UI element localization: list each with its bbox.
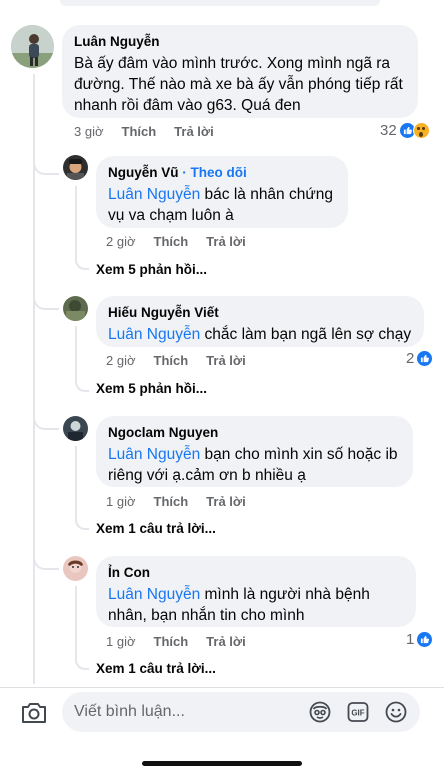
mention-link[interactable]: Luân Nguyễn: [108, 326, 200, 343]
avatar[interactable]: [63, 155, 88, 180]
avatar[interactable]: [63, 556, 88, 581]
reply-time: 2 giờ: [106, 234, 136, 249]
like-icon: [416, 350, 434, 367]
view-replies-link[interactable]: Xem 5 phản hồi...: [96, 262, 207, 277]
reply-text: Luân Nguyễn bác là nhân chứng vụ va chạm…: [108, 184, 336, 226]
like-button[interactable]: Thích: [154, 494, 189, 509]
svg-text:GIF: GIF: [351, 709, 364, 718]
comment-input[interactable]: [74, 692, 294, 732]
reply-thread-line: [75, 446, 77, 514]
comment-author[interactable]: Luân Nguyễn: [74, 33, 406, 51]
mention-link[interactable]: Luân Nguyễn: [108, 586, 200, 603]
reply-bubble: Hiếu Nguyễn Viết Luân Nguyễn chắc làm bạ…: [96, 296, 424, 347]
like-button[interactable]: Thích: [154, 353, 189, 368]
like-button[interactable]: Thích: [122, 124, 157, 139]
reply-author[interactable]: Nguyễn Vũ: [108, 165, 179, 180]
reply-time: 1 giờ: [106, 494, 136, 509]
view-replies-link[interactable]: Xem 5 phản hồi...: [96, 381, 207, 396]
reply-thread-line: [75, 586, 77, 654]
reply-author-line: Nguyễn Vũ · Theo dõi: [108, 164, 336, 182]
view-replies-link[interactable]: Xem 1 câu trả lời...: [96, 661, 216, 676]
reply-thread-line: [75, 186, 77, 254]
follow-button[interactable]: Theo dõi: [191, 165, 247, 180]
wow-icon: [412, 122, 430, 139]
reply-button[interactable]: Trả lời: [174, 124, 214, 139]
reply-actions: 2 giờ Thích Trả lời: [106, 353, 246, 368]
reply-bubble: Nguyễn Vũ · Theo dõi Luân Nguyễn bác là …: [96, 156, 348, 228]
thread-branch: [33, 155, 59, 175]
reply-author[interactable]: Ỉn Con: [108, 564, 404, 582]
reply-button[interactable]: Trả lời: [206, 634, 246, 649]
reply-text: Luân Nguyễn mình là người nhà bệnh nhân,…: [108, 584, 404, 626]
reply-branch: [75, 254, 89, 270]
comment-text: Bà ấy đâm vào mình trước. Xong mình ngã …: [74, 55, 403, 114]
reply-button[interactable]: Trả lời: [206, 234, 246, 249]
thread-branch: [33, 550, 59, 570]
avatar-sticker-icon[interactable]: [308, 700, 332, 724]
comment-bubble: Luân Nguyễn Bà ấy đâm vào mình trước. Xo…: [62, 25, 418, 118]
like-icon: [416, 631, 434, 648]
reaction-summary[interactable]: 32: [380, 122, 430, 139]
camera-icon[interactable]: [20, 700, 48, 726]
reply-thread-line: [75, 326, 77, 376]
avatar[interactable]: [11, 25, 54, 68]
thread-branch: [33, 410, 59, 430]
reply-branch: [75, 376, 89, 392]
reply-button[interactable]: Trả lời: [206, 353, 246, 368]
reply-actions: 2 giờ Thích Trả lời: [106, 234, 246, 249]
previous-comment-bubble-edge: [60, 0, 380, 6]
like-button[interactable]: Thích: [154, 234, 189, 249]
reply-text: Luân Nguyễn chắc làm bạn ngã lên sợ chạy: [108, 324, 412, 345]
thread-branch: [33, 290, 59, 310]
mention-link[interactable]: Luân Nguyễn: [108, 186, 200, 203]
reply-actions: 1 giờ Thích Trả lời: [106, 634, 246, 649]
reply-time: 2 giờ: [106, 353, 136, 368]
reply-actions: 1 giờ Thích Trả lời: [106, 494, 246, 509]
reaction-summary[interactable]: 1: [406, 631, 434, 648]
home-indicator[interactable]: [142, 761, 302, 766]
like-button[interactable]: Thích: [154, 634, 189, 649]
reaction-summary[interactable]: 2: [406, 350, 434, 367]
reply-bubble: Ỉn Con Luân Nguyễn mình là người nhà bện…: [96, 556, 416, 627]
avatar[interactable]: [63, 416, 88, 441]
comment-time: 3 giờ: [74, 124, 104, 139]
gif-icon[interactable]: GIF: [346, 700, 370, 724]
mention-link[interactable]: Luân Nguyễn: [108, 446, 200, 463]
avatar[interactable]: [63, 296, 88, 321]
reply-branch: [75, 514, 89, 530]
reply-text: Luân Nguyễn bạn cho mình xin số hoặc ib …: [108, 444, 401, 486]
reply-body: chắc làm bạn ngã lên sợ chạy: [200, 326, 412, 343]
reply-button[interactable]: Trả lời: [206, 494, 246, 509]
separator-dot: ·: [178, 165, 191, 180]
view-replies-link[interactable]: Xem 1 câu trả lời...: [96, 521, 216, 536]
reply-branch: [75, 654, 89, 670]
reaction-count: 32: [380, 122, 397, 139]
reaction-count: 2: [406, 350, 415, 367]
comment-actions: 3 giờ Thích Trả lời: [74, 124, 214, 139]
reply-author[interactable]: Ngoclam Nguyen: [108, 424, 401, 442]
emoji-icon[interactable]: [384, 700, 408, 724]
reaction-count: 1: [406, 631, 415, 648]
comment-input-pill[interactable]: GIF: [62, 692, 420, 732]
reply-bubble: Ngoclam Nguyen Luân Nguyễn bạn cho mình …: [96, 416, 413, 487]
reply-author[interactable]: Hiếu Nguyễn Viết: [108, 304, 412, 322]
reply-time: 1 giờ: [106, 634, 136, 649]
